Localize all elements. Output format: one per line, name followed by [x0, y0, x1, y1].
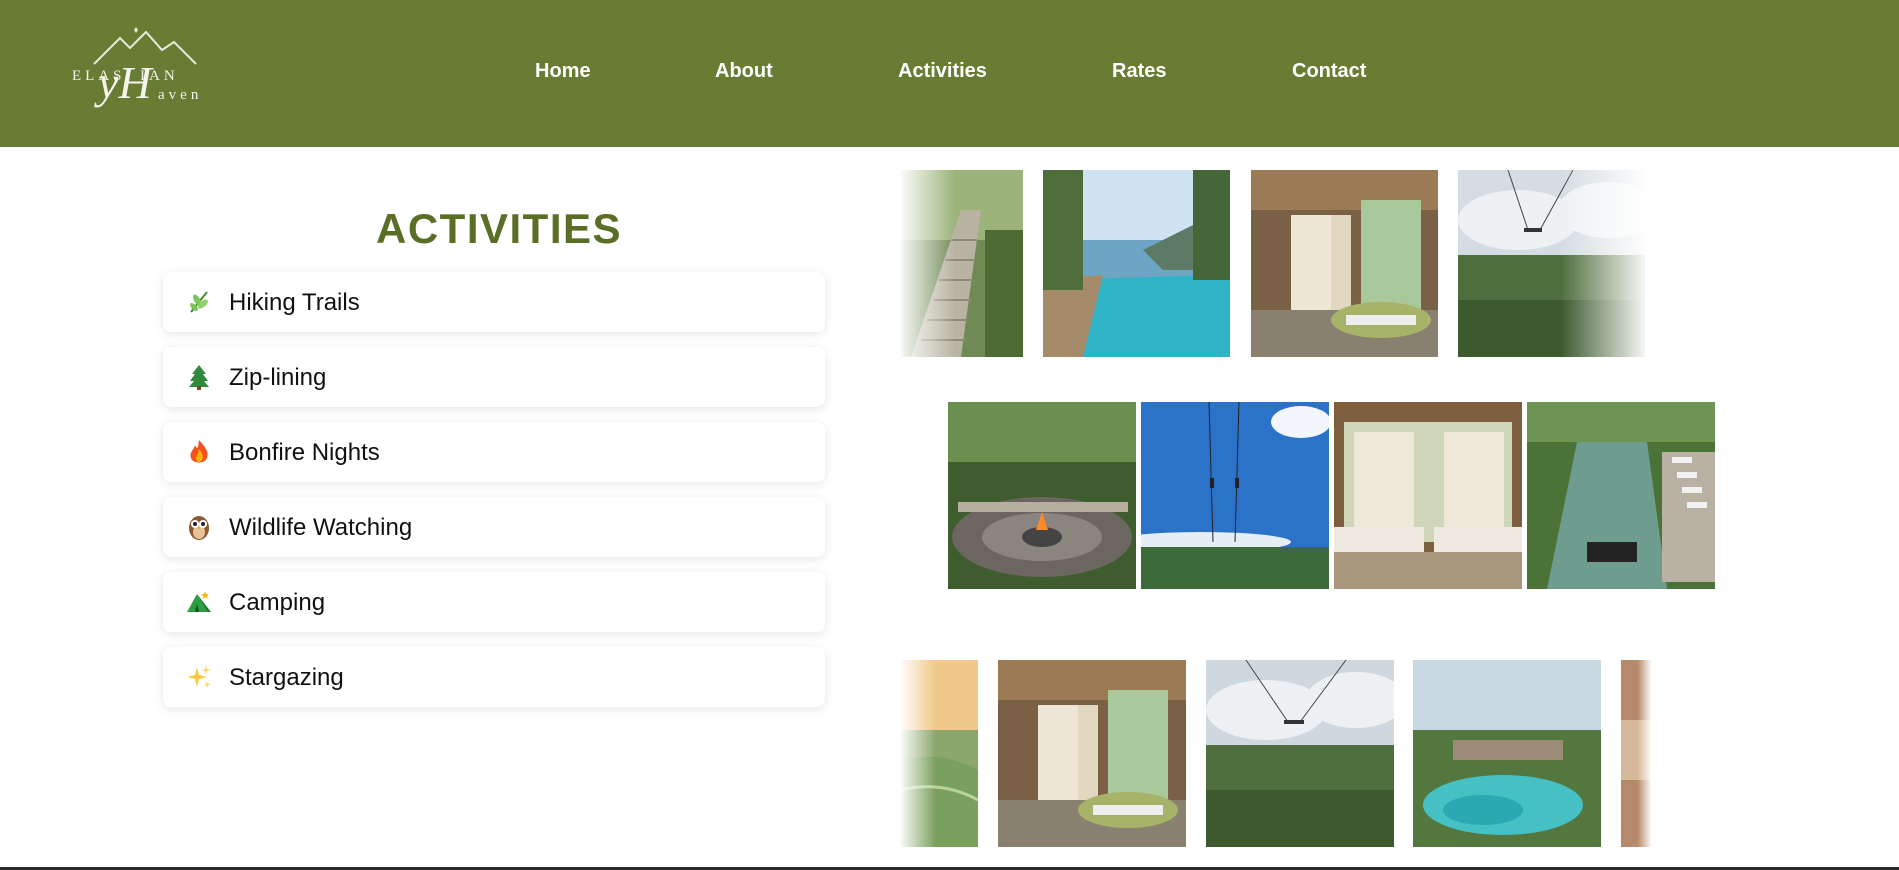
gallery-photo-partial[interactable] [1621, 660, 1651, 847]
logo-text-ian: IAN [140, 68, 179, 84]
gallery-photo-jungle-swing[interactable] [1458, 170, 1645, 357]
nav-about[interactable]: About [715, 60, 773, 83]
activity-card-wildlife[interactable]: Wildlife Watching [163, 497, 825, 557]
gallery-photo-fire-pit[interactable] [948, 402, 1136, 589]
gallery-photo-jungle-swing-2[interactable] [1206, 660, 1394, 847]
herb-icon [190, 291, 208, 313]
fire-icon [190, 440, 208, 463]
activities-title: ACTIVITIES [376, 205, 623, 252]
activity-label: Camping [229, 589, 326, 616]
activity-card-ziplining[interactable]: Zip-lining [163, 347, 825, 407]
activity-card-camping[interactable]: Camping [163, 572, 825, 632]
owl-icon [189, 516, 209, 540]
tree-icon [189, 365, 209, 390]
gallery-photo-ziplines[interactable] [1141, 402, 1329, 589]
activity-card-hiking[interactable]: Hiking Trails [163, 272, 825, 332]
nav-contact[interactable]: Contact [1292, 60, 1366, 83]
gallery-photo-lap-pool[interactable] [1527, 402, 1715, 589]
activity-label: Stargazing [229, 664, 344, 691]
gallery-photo-infinity-pool[interactable] [1043, 170, 1230, 357]
logo-text-aven: aven [158, 87, 203, 103]
activity-card-stargazing[interactable]: Stargazing [163, 647, 825, 707]
elasian-haven-logo[interactable]: ELAS yH IAN aven [70, 26, 210, 112]
activity-label: Wildlife Watching [229, 514, 413, 541]
gallery-photo-spa-cabana-2[interactable] [998, 660, 1186, 847]
activity-label: Zip-lining [229, 364, 327, 391]
activity-card-bonfire[interactable]: Bonfire Nights [163, 422, 825, 482]
activity-label: Bonfire Nights [229, 439, 380, 466]
nav-activities[interactable]: Activities [898, 60, 987, 83]
activity-label: Hiking Trails [229, 289, 360, 316]
nav-rates[interactable]: Rates [1112, 60, 1166, 83]
gallery-photo-spa-cabana[interactable] [1251, 170, 1438, 357]
gallery-photo-resort-pools[interactable] [1413, 660, 1601, 847]
gallery-photo-rice-terraces[interactable] [901, 660, 978, 847]
gallery-photo-massage-room[interactable] [1334, 402, 1522, 589]
site-header: ELAS yH IAN aven Home About Activities R… [0, 0, 1899, 147]
gallery-photo-forest-stairs[interactable] [901, 170, 1023, 357]
tent-icon [187, 591, 211, 612]
sparkles-icon [187, 665, 211, 688]
nav-home[interactable]: Home [535, 60, 591, 83]
